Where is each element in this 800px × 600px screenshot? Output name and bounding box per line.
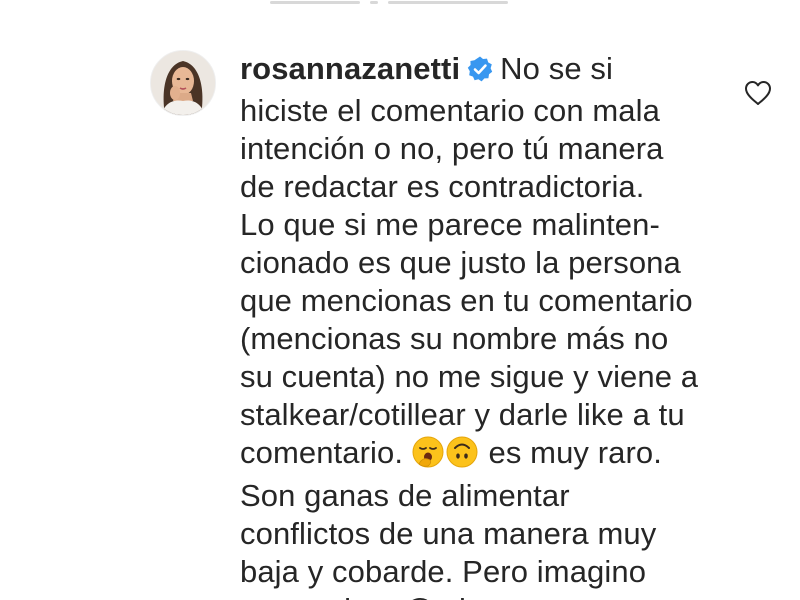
comment-text-line: Son ganas de alimentar (240, 478, 570, 513)
comment-text-line: es muy raro. (488, 435, 662, 470)
comment-text-line: intención o no, pero tú manera (240, 131, 664, 166)
comment-text-line: comentario. (240, 435, 404, 470)
comment-text-line: (mencionas su nombre más no (240, 321, 669, 356)
comment-text-line: que mencionas en tu comentario (240, 283, 693, 318)
comment-text-line: Lo que si me parece malinten- (240, 207, 660, 242)
screen: rosannazanetti No se si hiciste el comen… (0, 0, 800, 600)
yawning-face-emoji (412, 436, 444, 477)
comment-text-line: cionado es que justo la persona (240, 245, 681, 280)
heart-outline-icon (745, 81, 771, 105)
verified-badge-icon (466, 54, 494, 92)
comment-text-line: No se si (500, 51, 613, 86)
comment-text-line: conflictos de una manera muy (240, 516, 657, 551)
comment-text: rosannazanetti No se si hiciste el comen… (240, 50, 720, 600)
comment-text-line: hiciste el comentario con mala (240, 93, 660, 128)
comment-text-line: de redactar es contradictoria. (240, 169, 645, 204)
cropped-top-element (270, 0, 530, 4)
comment-text-line: que a algun@s les trae cuenta. (240, 591, 720, 600)
comment-text-line: baja y cobarde. Pero imagino (240, 554, 647, 589)
upside-down-face-emoji (446, 436, 478, 477)
like-button[interactable] (744, 80, 772, 111)
avatar[interactable] (150, 50, 216, 116)
comment-line-with-emojis: comentario. es muy raro. (240, 434, 720, 477)
username-link[interactable]: rosannazanetti (240, 51, 460, 86)
comment-text-line: su cuenta) no me sigue y viene a (240, 359, 699, 394)
comment-line-1: rosannazanetti No se si (240, 50, 720, 92)
comment-text-line: stalkear/cotillear y darle like a tu (240, 397, 685, 432)
profile-photo-icon (151, 51, 215, 115)
